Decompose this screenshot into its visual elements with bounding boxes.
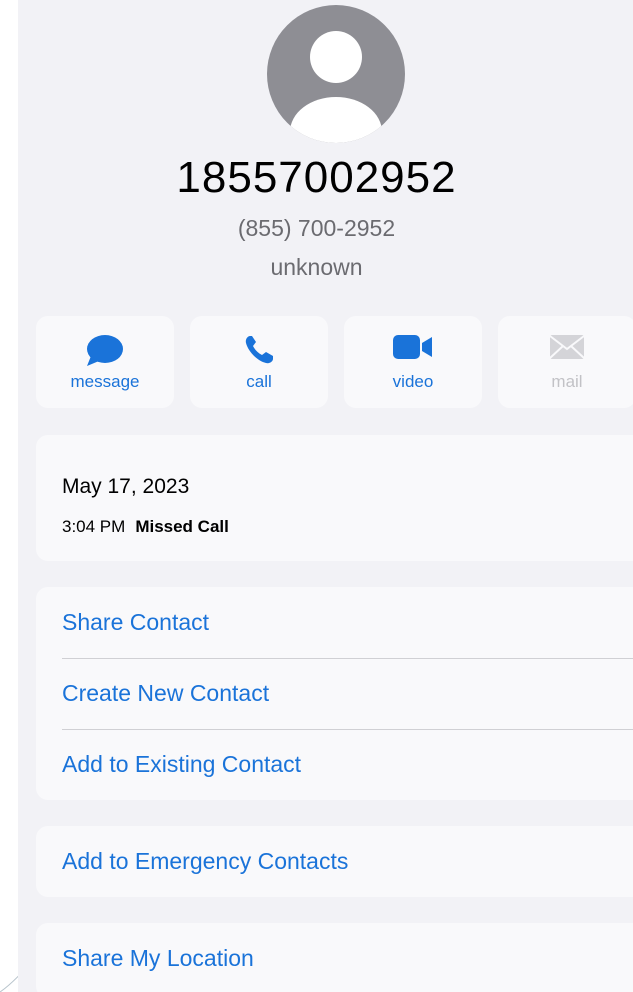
video-label: video — [392, 372, 434, 391]
share-contact-button[interactable]: Share Contact — [62, 587, 633, 658]
video-camera-icon — [393, 335, 432, 359]
contact-formatted-number: (855) 700-2952 — [237, 215, 396, 241]
contact-options-card: Share Contact Create New Contact Add to … — [36, 587, 633, 800]
contact-name: 18557002952 — [176, 153, 457, 202]
location-card: Share My Location — [36, 923, 633, 992]
avatar-body-icon — [290, 97, 382, 143]
call-time-row: 3:04 PM Missed Call — [62, 517, 229, 537]
call-history-card: May 17, 2023 3:04 PM Missed Call — [36, 435, 633, 561]
call-button[interactable]: call — [190, 316, 328, 408]
message-bubble-icon — [87, 335, 123, 366]
message-label: message — [70, 372, 140, 391]
phone-icon — [245, 336, 273, 364]
contact-label: unknown — [270, 254, 363, 280]
avatar-head-icon — [310, 31, 362, 83]
create-new-contact-button[interactable]: Create New Contact — [62, 658, 633, 729]
add-to-existing-contact-button[interactable]: Add to Existing Contact — [62, 729, 633, 800]
emergency-card: Add to Emergency Contacts — [36, 826, 633, 897]
share-my-location-button[interactable]: Share My Location — [62, 923, 633, 992]
call-time: 3:04 PM — [62, 517, 126, 536]
contact-avatar — [267, 5, 405, 143]
contact-detail-screen: 18557002952 (855) 700-2952 unknown messa… — [18, 0, 633, 992]
call-date: May 17, 2023 — [62, 475, 190, 498]
call-label: call — [246, 372, 272, 391]
video-button[interactable]: video — [344, 316, 482, 408]
mail-label: mail — [551, 372, 583, 391]
mail-button[interactable]: mail — [498, 316, 633, 408]
message-button[interactable]: message — [36, 316, 174, 408]
call-status: Missed Call — [135, 517, 229, 536]
add-to-emergency-contacts-button[interactable]: Add to Emergency Contacts — [62, 826, 633, 897]
envelope-icon — [549, 335, 585, 359]
